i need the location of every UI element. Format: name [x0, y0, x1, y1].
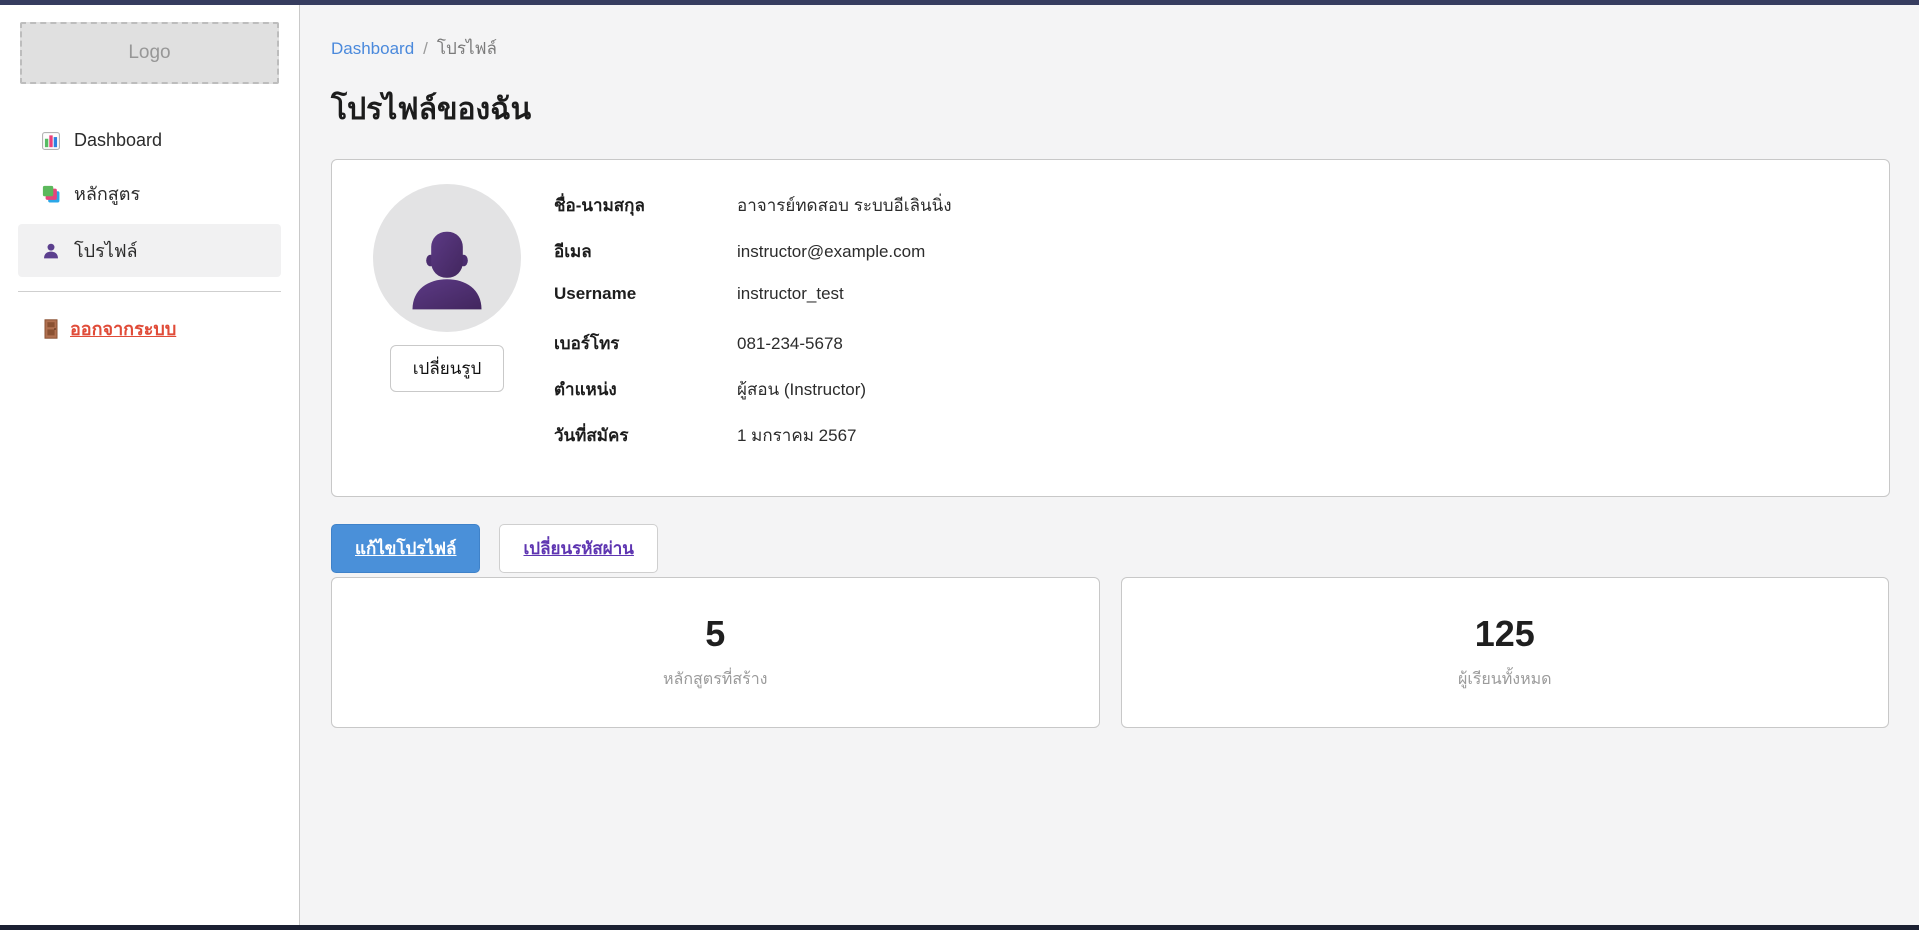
courses-stack-icon	[42, 185, 60, 203]
field-row-position: ตำแหน่ง ผู้สอน (Instructor)	[554, 376, 1859, 422]
person-bust-icon	[401, 226, 493, 318]
field-value: ผู้สอน (Instructor)	[737, 376, 866, 403]
person-icon	[42, 242, 60, 260]
sidebar-item-label: โปรไฟล์	[74, 236, 138, 265]
logout-label: ออกจากระบบ	[70, 314, 176, 343]
field-value: 1 มกราคม 2567	[737, 422, 856, 449]
field-row-name: ชื่อ-นามสกุล อาจารย์ทดสอบ ระบบอีเลินนิ่ง	[554, 192, 1859, 238]
field-row-phone: เบอร์โทร 081-234-5678	[554, 330, 1859, 376]
field-value: อาจารย์ทดสอบ ระบบอีเลินนิ่ง	[737, 192, 952, 219]
sidebar-divider	[18, 291, 281, 292]
profile-actions: แก้ไขโปรไฟล์ เปลี่ยนรหัสผ่าน	[331, 524, 1889, 573]
stat-label: ผู้เรียนทั้งหมด	[1458, 667, 1552, 692]
main-content: Dashboard / โปรไฟล์ โปรไฟล์ของฉัน	[301, 5, 1919, 925]
sidebar-item-courses[interactable]: หลักสูตร	[18, 167, 281, 220]
field-value: instructor_test	[737, 284, 844, 304]
avatar	[373, 184, 521, 332]
stat-card-courses-created: 5 หลักสูตรที่สร้าง	[331, 577, 1100, 728]
stat-value: 125	[1475, 613, 1535, 655]
field-label: ชื่อ-นามสกุล	[554, 192, 737, 219]
avatar-column: เปลี่ยนรูป	[354, 184, 540, 468]
field-row-username: Username instructor_test	[554, 284, 1859, 330]
sidebar-nav: Dashboard หลักสูตร โปรไฟล์	[0, 118, 299, 277]
page-title: โปรไฟล์ของฉัน	[331, 86, 1889, 133]
logout-link[interactable]: ออกจากระบบ	[44, 314, 176, 343]
change-photo-button[interactable]: เปลี่ยนรูป	[390, 345, 505, 392]
door-icon	[44, 319, 58, 339]
field-label: ตำแหน่ง	[554, 376, 737, 403]
sidebar-item-profile[interactable]: โปรไฟล์	[18, 224, 281, 277]
breadcrumb-separator: /	[423, 39, 428, 59]
stat-value: 5	[705, 613, 725, 655]
breadcrumb: Dashboard / โปรไฟล์	[331, 35, 1889, 62]
field-value: 081-234-5678	[737, 334, 843, 354]
sidebar-item-label: หลักสูตร	[74, 179, 140, 208]
field-value: instructor@example.com	[737, 242, 925, 262]
edit-profile-button[interactable]: แก้ไขโปรไฟล์	[331, 524, 480, 573]
profile-card: เปลี่ยนรูป ชื่อ-นามสกุล อาจารย์ทดสอบ ระบ…	[331, 159, 1890, 497]
stats-row: 5 หลักสูตรที่สร้าง 125 ผู้เรียนทั้งหมด	[331, 577, 1889, 728]
field-label: อีเมล	[554, 238, 737, 265]
logo-placeholder: Logo	[20, 22, 279, 84]
field-label: Username	[554, 284, 737, 304]
sidebar-item-dashboard[interactable]: Dashboard	[18, 118, 281, 163]
sidebar-item-label: Dashboard	[74, 130, 162, 151]
breadcrumb-dashboard-link[interactable]: Dashboard	[331, 39, 414, 59]
bottom-accent-bar	[0, 925, 1919, 930]
field-row-email: อีเมล instructor@example.com	[554, 238, 1859, 284]
field-row-register-date: วันที่สมัคร 1 มกราคม 2567	[554, 422, 1859, 468]
profile-fields: ชื่อ-นามสกุล อาจารย์ทดสอบ ระบบอีเลินนิ่ง…	[554, 184, 1859, 468]
field-label: เบอร์โทร	[554, 330, 737, 357]
stat-card-total-learners: 125 ผู้เรียนทั้งหมด	[1121, 577, 1890, 728]
sidebar: Logo Dashboard หลักสูตร	[0, 5, 300, 925]
stat-label: หลักสูตรที่สร้าง	[663, 667, 768, 692]
logo-text: Logo	[128, 42, 170, 64]
bar-chart-icon	[42, 132, 60, 150]
breadcrumb-current: โปรไฟล์	[437, 35, 497, 62]
change-password-button[interactable]: เปลี่ยนรหัสผ่าน	[499, 524, 657, 573]
field-label: วันที่สมัคร	[554, 422, 737, 449]
